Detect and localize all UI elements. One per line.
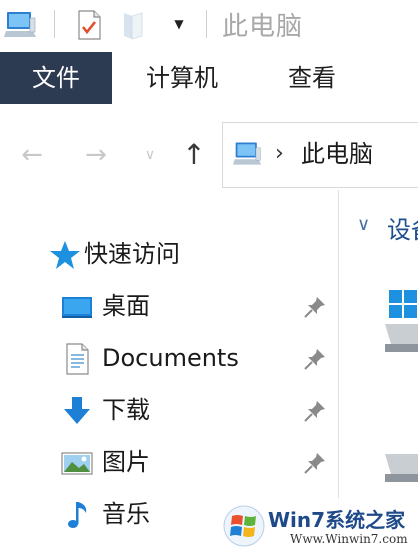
sidebar-item-label: 图片 xyxy=(102,448,150,476)
sidebar-item-label: Documents xyxy=(102,344,239,372)
watermark-url: Www.Winwin7.com xyxy=(290,532,408,546)
address-location[interactable]: 此电脑 xyxy=(301,137,373,171)
pin-icon[interactable] xyxy=(302,294,328,320)
windows7-logo-icon xyxy=(223,505,265,547)
customize-dropdown-icon[interactable]: ▼ xyxy=(170,14,188,34)
tab-file[interactable]: 文件 xyxy=(0,52,112,104)
group-header-devices[interactable]: 设备和驱动器 xyxy=(387,210,418,245)
new-folder-icon[interactable] xyxy=(120,10,146,40)
sidebar-item-label: 音乐 xyxy=(102,500,150,528)
forward-button[interactable]: → xyxy=(80,140,112,170)
pictures-icon xyxy=(61,452,93,475)
tab-view[interactable]: 查看 xyxy=(266,52,358,104)
up-button[interactable]: ↑ xyxy=(178,140,210,170)
windows-drive-icon[interactable] xyxy=(383,282,418,358)
toolbar-separator xyxy=(54,10,55,38)
downloads-icon xyxy=(64,397,90,424)
back-button[interactable]: ← xyxy=(16,140,48,170)
sidebar-item-label: 桌面 xyxy=(102,292,150,320)
tab-computer[interactable]: 计算机 xyxy=(126,52,238,104)
sidebar-item-label: 下载 xyxy=(102,396,150,424)
star-icon xyxy=(50,241,80,269)
desktop-icon xyxy=(62,297,92,318)
music-icon xyxy=(68,502,87,528)
sidebar-item-documents[interactable]: Documents xyxy=(0,334,338,384)
sidebar-item-label: 快速访问 xyxy=(84,240,180,268)
pin-icon[interactable] xyxy=(302,450,328,476)
toolbar-separator xyxy=(206,10,207,38)
chevron-right-icon[interactable]: › xyxy=(275,137,284,171)
title-bar: ▼ 此电脑 xyxy=(0,0,418,52)
window-title: 此电脑 xyxy=(222,12,304,42)
chevron-down-icon[interactable]: ∨ xyxy=(357,214,370,235)
this-pc-icon xyxy=(233,142,262,165)
sidebar-item-quick-access[interactable]: 快速访问 xyxy=(0,230,338,280)
navigation-bar: ← → ∨ ↑ › 此电脑 xyxy=(0,104,418,190)
pin-icon[interactable] xyxy=(302,398,328,424)
watermark: Win7系统之家 Www.Winwin7.com xyxy=(216,498,418,554)
sidebar-item-downloads[interactable]: 下载 xyxy=(0,386,338,436)
sidebar-item-desktop[interactable]: 桌面 xyxy=(0,282,338,332)
pin-icon[interactable] xyxy=(302,346,328,372)
sidebar-item-pictures[interactable]: 图片 xyxy=(0,438,338,488)
computer-icon[interactable] xyxy=(4,8,38,42)
documents-icon xyxy=(66,343,89,375)
properties-icon[interactable] xyxy=(76,10,102,40)
address-bar[interactable]: › 此电脑 xyxy=(222,122,418,188)
ribbon-tabs: 文件 计算机 查看 xyxy=(0,52,418,105)
recent-locations-dropdown[interactable]: ∨ xyxy=(134,140,166,170)
watermark-brand: Win7系统之家 xyxy=(268,508,406,532)
